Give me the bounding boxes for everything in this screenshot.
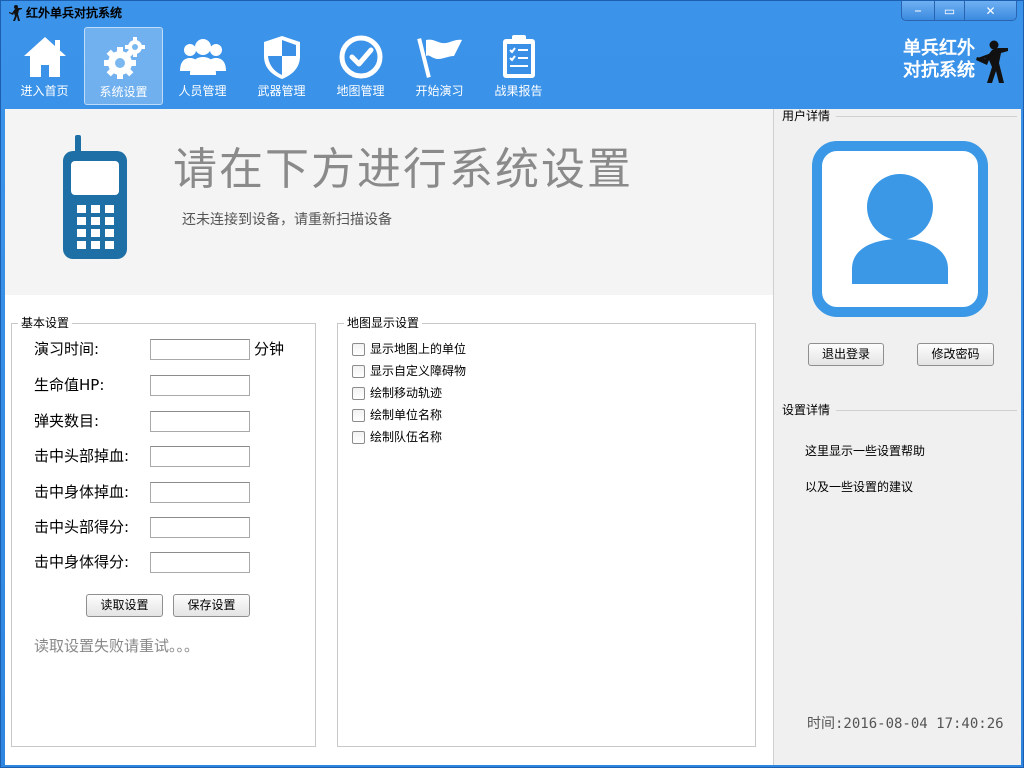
checkbox-label: 绘制单位名称 [370,408,443,422]
banner-subtitle: 还未连接到设备，请重新扫描设备 [182,212,392,228]
group-title: 地图显示设置 [344,316,423,330]
close-icon: ✕ [985,3,996,18]
help-text-1: 这里显示一些设置帮助 [805,444,926,458]
close-button[interactable]: ✕ [964,1,1016,20]
checkbox-show-units[interactable]: 显示地图上的单位 [352,340,466,358]
head-damage-input[interactable] [150,445,250,467]
unit-label: 分钟 [254,340,285,358]
field-magazines: 弹夹数目: [34,410,250,432]
field-head-damage: 击中头部掉血: [34,445,250,467]
group-title: 基本设置 [18,316,73,330]
field-body-damage: 击中身体掉血: [34,481,250,503]
checkbox-label: 显示地图上的单位 [370,342,467,356]
toolbar-label: 武器管理 [257,84,306,98]
right-panel: 用户详情 退出登录 修改密码 设置详情 这里显示一些设置帮助 以及一些设置的建议… [773,109,1021,765]
field-label: 生命值HP: [34,376,105,394]
toolbar-label: 进入首页 [20,84,69,98]
minimize-icon: ⎯ [914,3,921,17]
checkbox-box[interactable] [352,386,365,400]
user-details-title: 用户详情 [782,109,831,123]
drill-time-input[interactable] [150,338,250,360]
banner-title: 请在下方进行系统设置 [173,144,633,195]
field-label: 击中身体得分: [34,553,130,571]
brand-line1: 单兵红外 [903,38,975,59]
toolbar-item-start-drill[interactable]: 开始演习 [400,27,479,105]
gear-icon [100,34,148,82]
toolbar-item-home[interactable]: 进入首页 [5,27,84,105]
window-title: 红外单兵对抗系统 [26,6,123,20]
field-label: 击中身体掉血: [34,483,130,501]
people-icon [179,33,227,81]
checkbox-draw-tracks[interactable]: 绘制移动轨迹 [352,384,442,402]
field-drill-time: 演习时间: 分钟 [34,338,284,360]
toolbar-item-personnel[interactable]: 人员管理 [163,27,242,105]
home-icon [21,33,69,81]
field-label: 演习时间: [34,340,100,358]
flag-icon [416,33,464,81]
hp-input[interactable] [150,374,250,396]
checkbox-box[interactable] [352,342,365,356]
status-message: 读取设置失败请重试。。。 [34,637,200,655]
field-label: 击中头部掉血: [34,447,130,465]
field-body-score: 击中身体得分: [34,551,250,573]
title-bar[interactable]: 红外单兵对抗系统 ⎯ ▭ ✕ [1,1,1023,25]
basic-settings-group: 基本设置 演习时间: 分钟 生命值HP: 弹夹数目: 击中头部掉血: 击中身体掉… [11,316,316,747]
magazine-count-input[interactable] [150,410,250,432]
brand-line2: 对抗系统 [903,60,975,81]
logout-button[interactable]: 退出登录 [808,343,884,366]
head-score-input[interactable] [150,516,250,538]
client-area: 请在下方进行系统设置 还未连接到设备，请重新扫描设备 基本设置 演习时间: 分钟… [5,109,1021,765]
checkbox-show-obstacles[interactable]: 显示自定义障碍物 [352,362,466,380]
main-toolbar: 进入首页 系统设置 人员管理 武器管理 地图管理 开始演习 战果报告 [5,27,558,105]
divider [836,116,1017,117]
checkbox-box[interactable] [352,408,365,422]
user-avatar-icon [812,141,988,317]
checkbox-draw-unit-names[interactable]: 绘制单位名称 [352,406,442,424]
checkbox-label: 显示自定义障碍物 [370,364,467,378]
mobile-phone-icon [63,135,127,259]
clock-readout: 时间:2016-08-04 17:40:26 [807,716,1004,732]
toolbar-label: 开始演习 [415,84,464,98]
toolbar-label: 地图管理 [336,84,385,98]
soldier-logo-icon [976,40,1008,83]
read-settings-button[interactable]: 读取设置 [86,594,163,617]
toolbar-label: 系统设置 [99,85,148,99]
minimize-button[interactable]: ⎯ [902,1,934,20]
field-label: 击中头部得分: [34,518,130,536]
toolbar-item-report[interactable]: 战果报告 [479,27,558,105]
save-settings-button[interactable]: 保存设置 [173,594,250,617]
shield-icon [258,33,306,81]
help-text-2: 以及一些设置的建议 [805,480,914,494]
checkbox-draw-team-names[interactable]: 绘制队伍名称 [352,428,442,446]
checkbox-box[interactable] [352,364,365,378]
toolbar-item-map[interactable]: 地图管理 [321,27,400,105]
field-label: 弹夹数目: [34,412,100,430]
window-controls: ⎯ ▭ ✕ [901,1,1017,21]
map-display-group: 地图显示设置 显示地图上的单位 显示自定义障碍物 绘制移动轨迹 绘制单位名称 绘… [337,316,756,747]
body-score-input[interactable] [150,551,250,573]
settings-detail-title: 设置详情 [782,403,831,417]
check-circle-icon [337,33,385,81]
toolbar-item-weapons[interactable]: 武器管理 [242,27,321,105]
clipboard-icon [495,33,543,81]
body-damage-input[interactable] [150,481,250,503]
toolbar-item-settings[interactable]: 系统设置 [84,27,163,105]
soldier-icon [9,5,22,21]
change-password-button[interactable]: 修改密码 [917,343,994,366]
checkbox-label: 绘制移动轨迹 [370,386,443,400]
field-hp: 生命值HP: [34,374,250,396]
checkbox-box[interactable] [352,430,365,444]
divider [836,410,1017,411]
toolbar-label: 人员管理 [178,84,227,98]
maximize-button[interactable]: ▭ [934,1,964,20]
brand-title: 单兵红外 对抗系统 [903,38,975,82]
app-window: 红外单兵对抗系统 ⎯ ▭ ✕ 进入首页 系统设置 人员管理 武器管理 地图管理 … [0,0,1024,768]
toolbar-label: 战果报告 [494,84,543,98]
maximize-icon: ▭ [943,3,956,18]
checkbox-label: 绘制队伍名称 [370,430,443,444]
settings-banner: 请在下方进行系统设置 还未连接到设备，请重新扫描设备 [5,109,773,295]
field-head-score: 击中头部得分: [34,516,250,538]
